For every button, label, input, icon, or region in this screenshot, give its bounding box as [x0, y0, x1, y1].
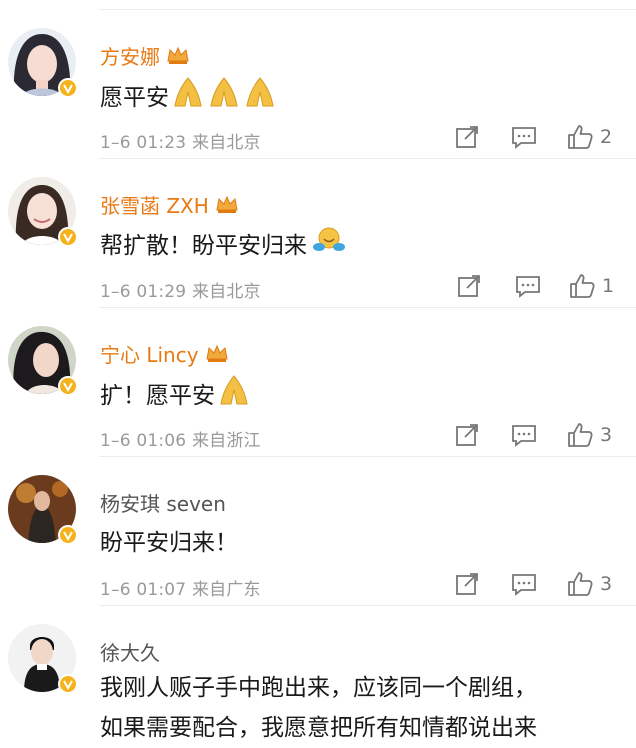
comment-icon [512, 574, 536, 596]
verified-badge-icon [58, 227, 78, 247]
share-icon [458, 275, 480, 297]
comment-date: 1–6 01:29 [100, 282, 187, 302]
comment-location: 来自北京 [191, 133, 261, 153]
praying-hands-emoji [243, 76, 277, 114]
share-button[interactable] [454, 418, 480, 452]
username[interactable]: 杨安琪 seven [100, 488, 226, 517]
avatar[interactable] [8, 28, 78, 98]
like-button[interactable]: 3 [566, 567, 612, 601]
like-button[interactable]: 1 [568, 269, 614, 303]
comment-text-line: 我刚人贩子手中跑出来，应该同一个剧组， [100, 675, 537, 701]
like-button[interactable]: 3 [566, 418, 612, 452]
comment-date: 1–6 01:06 [100, 431, 187, 451]
like-count: 3 [600, 424, 613, 446]
comment-icon [516, 276, 540, 298]
comment-button[interactable] [510, 120, 538, 154]
praying-hands-emoji [207, 76, 241, 114]
comment-text-content: 扩！愿平安 [100, 383, 215, 409]
comment-meta: 1–6 01:29 来自北京 [100, 277, 261, 302]
thumbs-up-icon [568, 423, 593, 447]
comment-meta: 1–6 01:23 来自北京 [100, 128, 261, 153]
username[interactable]: 张雪菡 ZXH [100, 190, 209, 219]
thumbs-up-icon [568, 572, 593, 596]
comment-item: 杨安琪 seven 盼平安归来！ 1–6 01:07 来自广东 3 [0, 457, 636, 606]
comment-text: 帮扩散！盼平安归来 [100, 225, 345, 261]
comment-actions: 3 [452, 418, 622, 452]
comment-meta: 1–6 01:07 来自广东 [100, 575, 261, 600]
comment-date: 1–6 01:07 [100, 580, 187, 600]
username[interactable]: 方安娜 [100, 41, 160, 70]
comment-item: 宁心 Lincy 扩！愿平安 1–6 01:06 来自浙江 3 [0, 308, 636, 457]
avatar[interactable] [8, 177, 78, 247]
hugging-emoji [313, 225, 345, 261]
comment-location: 来自广东 [191, 580, 261, 600]
comment-actions: 3 [452, 567, 622, 601]
comment-icon [512, 127, 536, 149]
avatar[interactable] [8, 326, 78, 396]
comment-text-line: 如果需要配合，我愿意把所有知情都说出来 [100, 715, 537, 741]
username[interactable]: 徐大久 [100, 637, 160, 666]
comment-button[interactable] [510, 418, 538, 452]
comment-icon [512, 425, 536, 447]
comment-text: 愿平安 [100, 76, 277, 114]
share-button[interactable] [456, 269, 482, 303]
comment-date: 1–6 01:23 [100, 133, 187, 153]
verified-badge-icon [58, 78, 78, 98]
username[interactable]: 宁心 Lincy [100, 339, 199, 368]
share-button[interactable] [454, 120, 480, 154]
comment-text-content: 帮扩散！盼平安归来 [100, 233, 307, 259]
crown-icon [167, 46, 189, 64]
comment-text: 扩！愿平安 [100, 374, 251, 412]
like-count: 1 [602, 275, 615, 297]
comment-location: 来自浙江 [191, 431, 261, 451]
praying-hands-emoji [171, 76, 205, 114]
comment-actions: 2 [452, 120, 622, 154]
like-count: 2 [600, 126, 613, 148]
verified-badge-icon [58, 674, 78, 694]
avatar[interactable] [8, 624, 78, 694]
comment-item: 张雪菡 ZXH 帮扩散！盼平安归来 1–6 01:29 来自北京 1 [0, 159, 636, 308]
comment-actions: 1 [452, 269, 622, 303]
verified-badge-icon [58, 525, 78, 545]
crown-icon [205, 344, 228, 362]
comment-item: 方安娜 愿平安 1–6 01:23 来自北京 2 [0, 10, 636, 159]
comment-button[interactable] [514, 269, 542, 303]
share-icon [456, 424, 478, 446]
thumbs-up-icon [568, 125, 593, 149]
comment-location: 来自北京 [191, 282, 261, 302]
crown-icon [216, 195, 238, 213]
comment-text-content: 盼平安归来！ [100, 530, 238, 556]
like-count: 3 [600, 573, 613, 595]
share-button[interactable] [454, 567, 480, 601]
avatar[interactable] [8, 475, 78, 545]
praying-hands-emoji [217, 374, 251, 412]
comment-meta: 1–6 01:06 来自浙江 [100, 426, 261, 451]
share-icon [456, 126, 478, 148]
comment-text: 我刚人贩子手中跑出来，应该同一个剧组， 如果需要配合，我愿意把所有知情都说出来 [100, 668, 537, 748]
verified-badge-icon [58, 376, 78, 396]
comment-text-content: 愿平安 [100, 85, 169, 111]
comment-item: 徐大久 我刚人贩子手中跑出来，应该同一个剧组， 如果需要配合，我愿意把所有知情都… [0, 606, 636, 741]
comment-button[interactable] [510, 567, 538, 601]
share-icon [456, 573, 478, 595]
like-button[interactable]: 2 [566, 120, 612, 154]
comment-text: 盼平安归来！ [100, 523, 238, 557]
thumbs-up-icon [570, 274, 595, 298]
